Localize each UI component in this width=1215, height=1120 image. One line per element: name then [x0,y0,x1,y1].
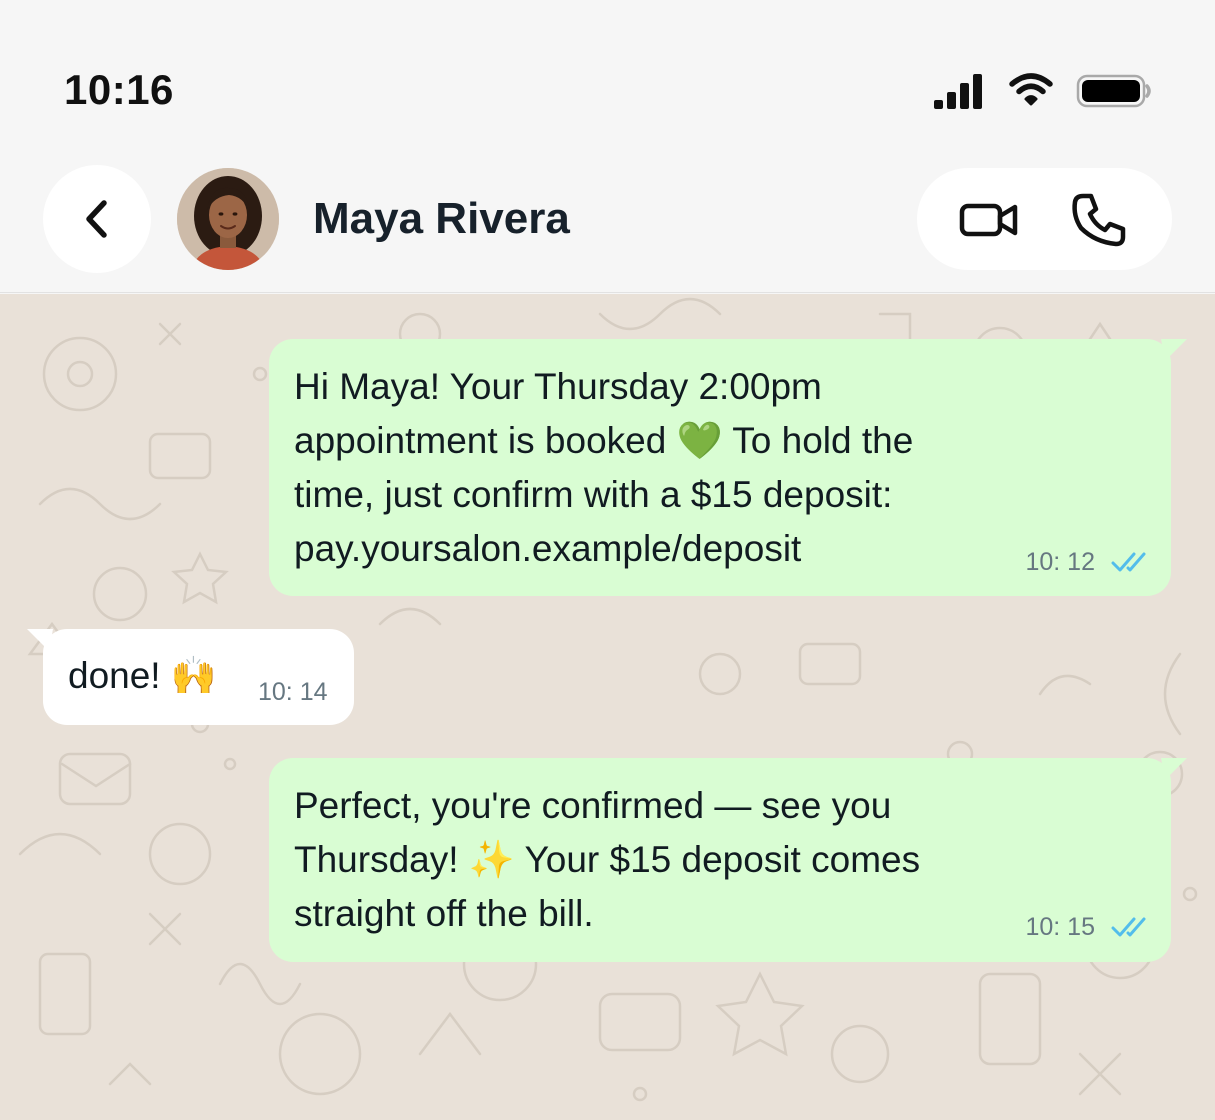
bubble-tail [1161,758,1187,780]
message-text: done! 🙌 [68,655,217,696]
wifi-icon [1009,73,1053,106]
message-time: 10: 12 [1025,548,1095,576]
chat-area[interactable]: Hi Maya! Your Thursday 2:00pm appointmen… [0,294,1215,1120]
message-meta: 10: 15 [1025,900,1155,954]
message-meta: 10: 12 [1025,535,1155,589]
status-bar: 10:16 [0,0,1215,150]
status-time: 10:16 [64,66,174,113]
avatar-portrait [177,168,279,270]
message-time: 10: 14 [258,678,328,706]
battery-icon [1076,74,1151,108]
message-bubble-incoming[interactable]: done! 🙌 10: 14 [27,629,354,725]
message-bubble-outgoing[interactable]: Hi Maya! Your Thursday 2:00pm appointmen… [269,339,1187,596]
cellular-signal-icon [934,74,982,109]
message-bubble-outgoing[interactable]: Perfect, you're confirmed — see you Thur… [269,758,1187,962]
back-chevron-icon [86,200,107,238]
contact-name[interactable]: Maya Rivera [313,194,570,244]
bubble-tail [27,629,53,651]
message-time: 10: 15 [1025,913,1095,941]
call-actions [917,168,1172,270]
message-text: Hi Maya! Your Thursday 2:00pm appointmen… [294,366,914,569]
read-ticks-icon [1111,552,1146,572]
bubble-tail [1161,339,1187,361]
contact-avatar[interactable] [177,168,279,270]
back-button[interactable] [43,165,151,273]
phone-icon[interactable] [1069,190,1129,250]
video-call-icon[interactable] [957,198,1021,242]
read-ticks-icon [1111,917,1146,937]
message-meta: 10: 14 [258,665,328,719]
message-text: Perfect, you're confirmed — see you Thur… [294,785,921,934]
chat-header: Maya Rivera [0,150,1215,293]
